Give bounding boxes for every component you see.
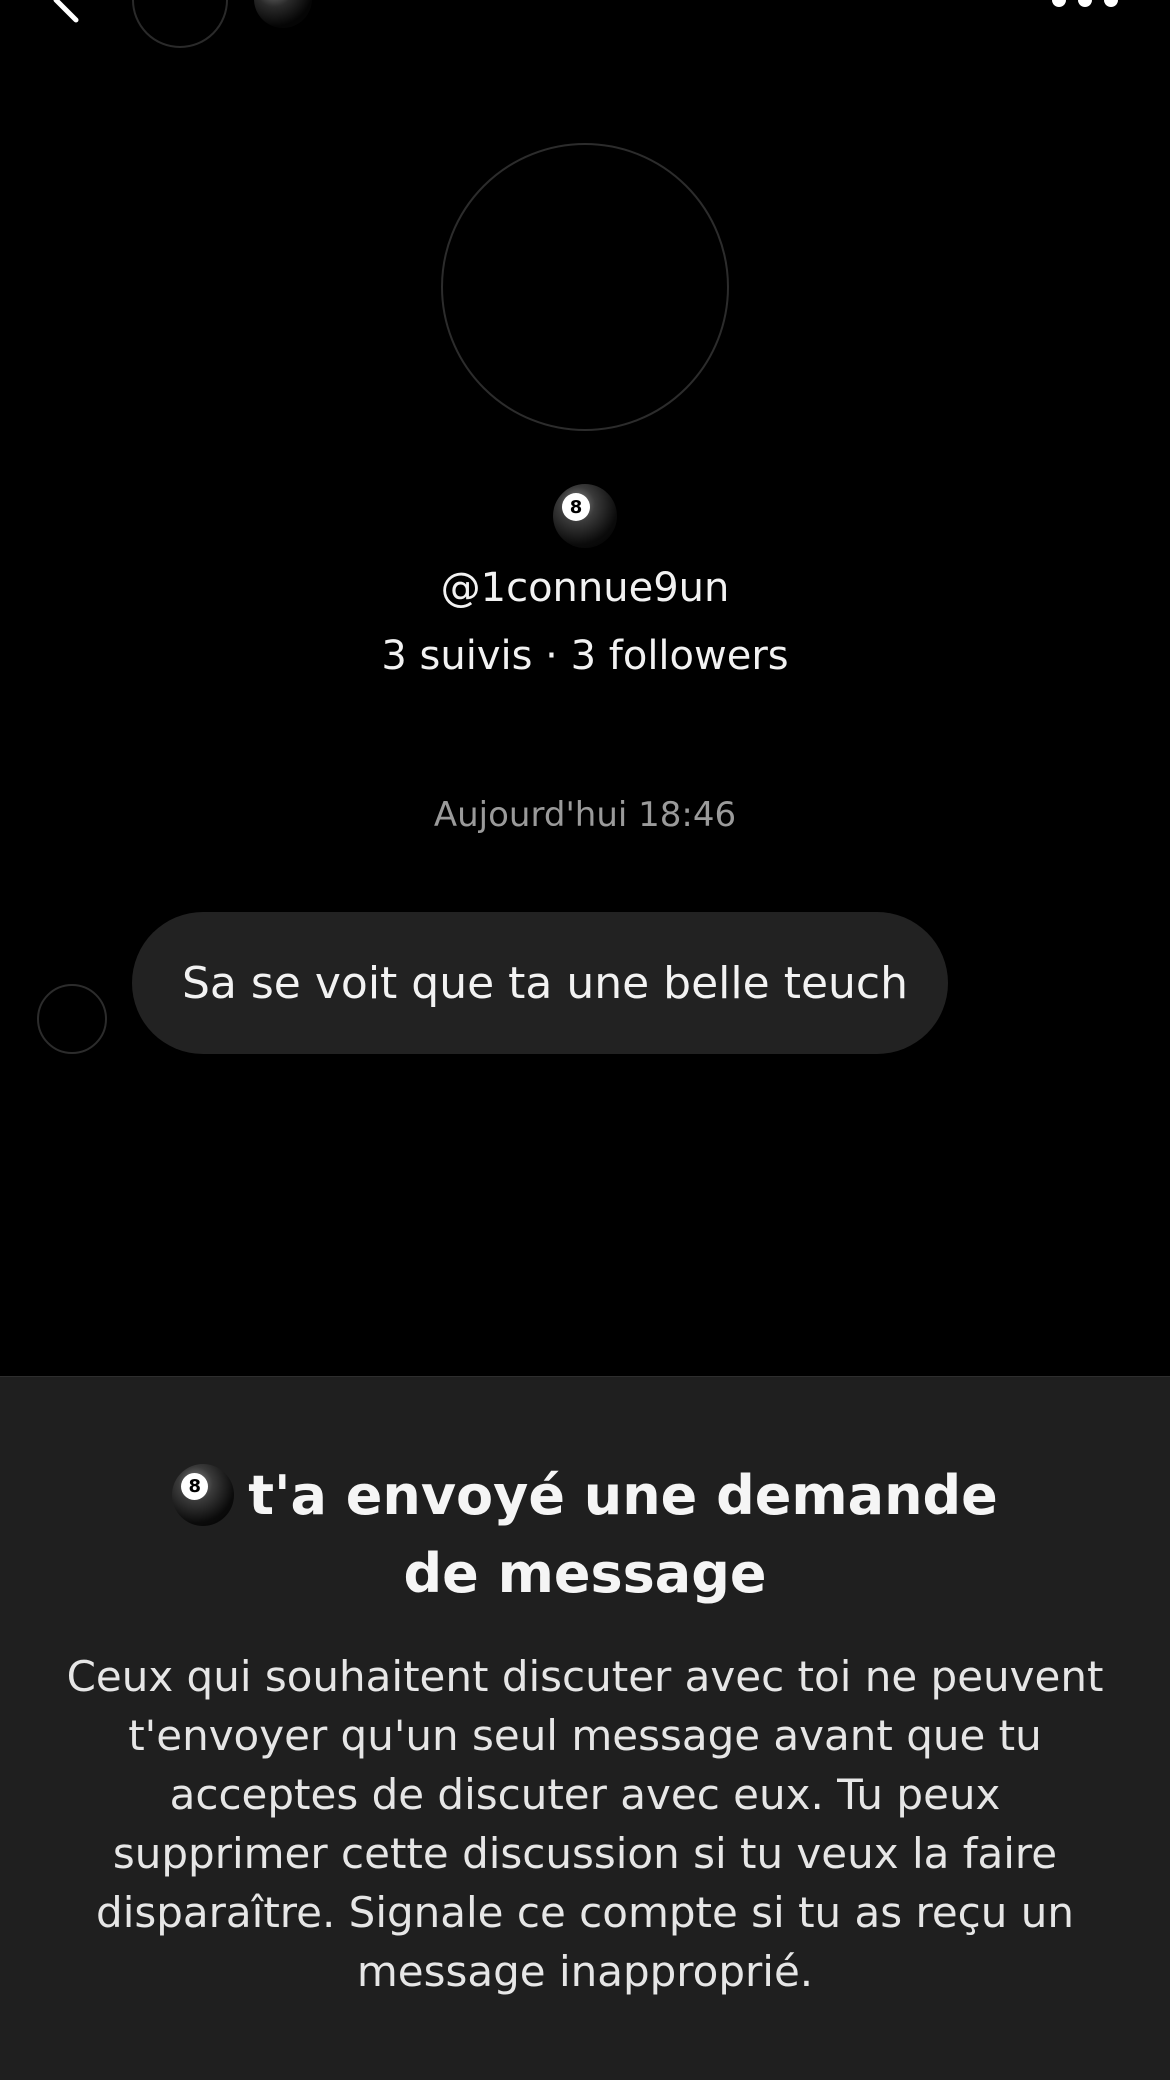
header-8-ball-icon xyxy=(254,0,312,28)
8-ball-icon: 8 xyxy=(553,484,617,548)
request-title-line-2: de message xyxy=(403,1542,767,1605)
more-options-button[interactable] xyxy=(1052,0,1118,10)
message-timestamp: Aujourd'hui 18:46 xyxy=(433,795,737,835)
header-avatar[interactable] xyxy=(132,0,228,48)
chat-screen: 8 @1connue9un 3 suivis · 3 followers Auj… xyxy=(0,0,1170,2080)
profile-username[interactable]: @1connue9un xyxy=(0,565,1170,611)
top-bar xyxy=(0,0,1170,60)
8-ball-number: 8 xyxy=(562,493,590,521)
8-ball-number: 8 xyxy=(181,1473,209,1500)
profile-stats: 3 suivis · 3 followers xyxy=(381,633,789,679)
request-title-line-1: t'a envoyé une demande xyxy=(248,1464,998,1527)
8-ball-icon: 8 xyxy=(172,1464,235,1526)
message-bubble[interactable]: Sa se voit que ta une belle teuch xyxy=(132,912,948,1054)
message-request-panel: 8 t'a envoyé une demande de message Ceux… xyxy=(0,1376,1170,2080)
sender-avatar[interactable] xyxy=(37,984,107,1054)
request-title: 8 t'a envoyé une demande de message xyxy=(0,1457,1170,1613)
chevron-left-icon xyxy=(53,0,79,23)
back-button[interactable] xyxy=(42,0,92,26)
ellipsis-icon xyxy=(1052,0,1066,7)
request-explanation: Ceux qui souhaitent discuter avec toi ne… xyxy=(66,1652,1104,1996)
message-text: Sa se voit que ta une belle teuch xyxy=(182,957,908,1009)
profile-avatar[interactable] xyxy=(441,143,729,431)
